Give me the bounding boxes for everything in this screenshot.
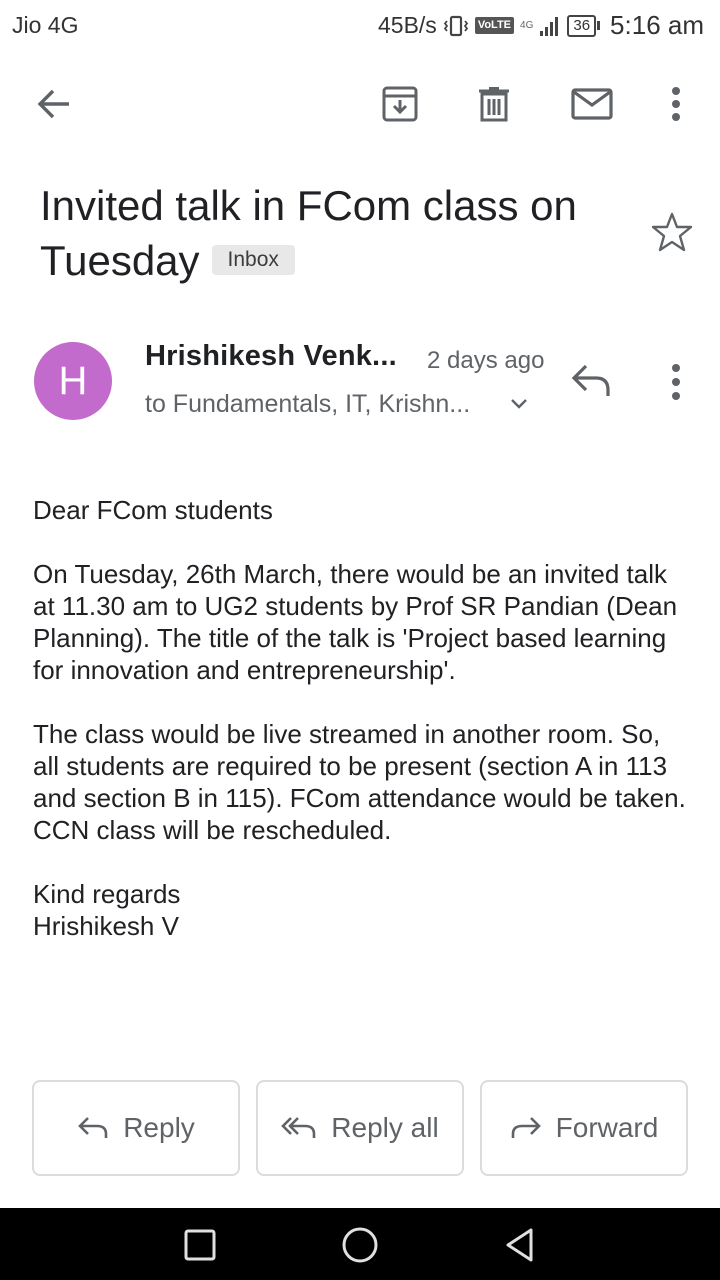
reply-all-button[interactable]: Reply all [256, 1080, 464, 1176]
reply-all-icon [281, 1117, 316, 1138]
body-signature: Hrishikesh V [33, 911, 179, 941]
star-icon [651, 212, 693, 252]
circle-icon [342, 1227, 378, 1263]
sender-name[interactable]: Hrishikesh Venk... [145, 340, 397, 373]
forward-label: Forward [555, 1112, 659, 1143]
reply-icon [78, 1117, 108, 1138]
chevron-down-icon [511, 399, 527, 409]
reply-label: Reply [123, 1112, 195, 1143]
email-view-screen: Jio 4G 45B/s VoLTE 4G 36 5:16 am Invited… [0, 0, 720, 1280]
inbox-label-badge[interactable]: Inbox [211, 244, 295, 275]
reply-button[interactable]: Reply [32, 1080, 240, 1176]
mark-unread-button[interactable] [570, 82, 614, 126]
body-signoff: Kind regards [33, 879, 181, 909]
body-greeting: Dear FCom students [33, 495, 273, 525]
vibrate-icon [443, 15, 468, 36]
network-speed: 45B/s [377, 12, 437, 38]
email-body: Dear FCom students On Tuesday, 26th Marc… [33, 494, 693, 942]
forward-button[interactable]: Forward [480, 1080, 688, 1176]
back-nav-button[interactable] [501, 1226, 539, 1264]
email-actions: Reply Reply all Forward [32, 1080, 688, 1176]
recents-button[interactable] [181, 1226, 219, 1264]
expand-details-button[interactable] [510, 397, 528, 416]
trash-icon [479, 87, 509, 122]
archive-button[interactable] [378, 82, 422, 126]
arrow-left-icon [37, 89, 69, 119]
sender-avatar[interactable]: H [34, 342, 112, 420]
email-toolbar [0, 70, 720, 136]
system-navigation-bar [0, 1208, 720, 1280]
signal-icon [540, 16, 559, 36]
recipients[interactable]: to Fundamentals, IT, Krishn... [145, 390, 470, 419]
battery-tip [597, 21, 601, 30]
star-button[interactable] [650, 210, 694, 254]
carrier-name: Jio 4G [12, 12, 79, 38]
triangle-back-icon [506, 1228, 533, 1262]
delete-button[interactable] [472, 82, 516, 126]
more-vertical-icon [672, 87, 680, 121]
clock: 5:16 am [610, 10, 704, 40]
more-vertical-icon [672, 364, 680, 400]
status-right: 45B/s VoLTE 4G 36 5:16 am [378, 10, 704, 41]
network-type: 4G [520, 19, 534, 31]
body-paragraph-2: The class would be live streamed in anot… [33, 719, 686, 845]
email-subject: Invited talk in FCom class on Tuesday Inb… [40, 178, 630, 288]
status-bar: Jio 4G 45B/s VoLTE 4G 36 5:16 am [0, 0, 720, 50]
quick-reply-button[interactable] [570, 362, 614, 402]
battery-indicator: 36 [567, 14, 597, 37]
subject-text: Invited talk in FCom class on Tuesday [40, 182, 577, 284]
mail-icon [571, 88, 613, 120]
archive-icon [382, 86, 418, 122]
home-button[interactable] [341, 1226, 379, 1264]
more-options-button[interactable] [654, 82, 698, 126]
email-time: 2 days ago [427, 347, 545, 374]
reply-all-label: Reply all [331, 1112, 439, 1143]
forward-icon [511, 1117, 541, 1138]
volte-badge: VoLTE [474, 17, 515, 34]
square-icon [184, 1229, 216, 1261]
back-button[interactable] [32, 82, 76, 126]
message-more-button[interactable] [662, 360, 690, 404]
reply-icon [571, 364, 610, 396]
body-paragraph-1: On Tuesday, 26th March, there would be a… [33, 559, 678, 685]
